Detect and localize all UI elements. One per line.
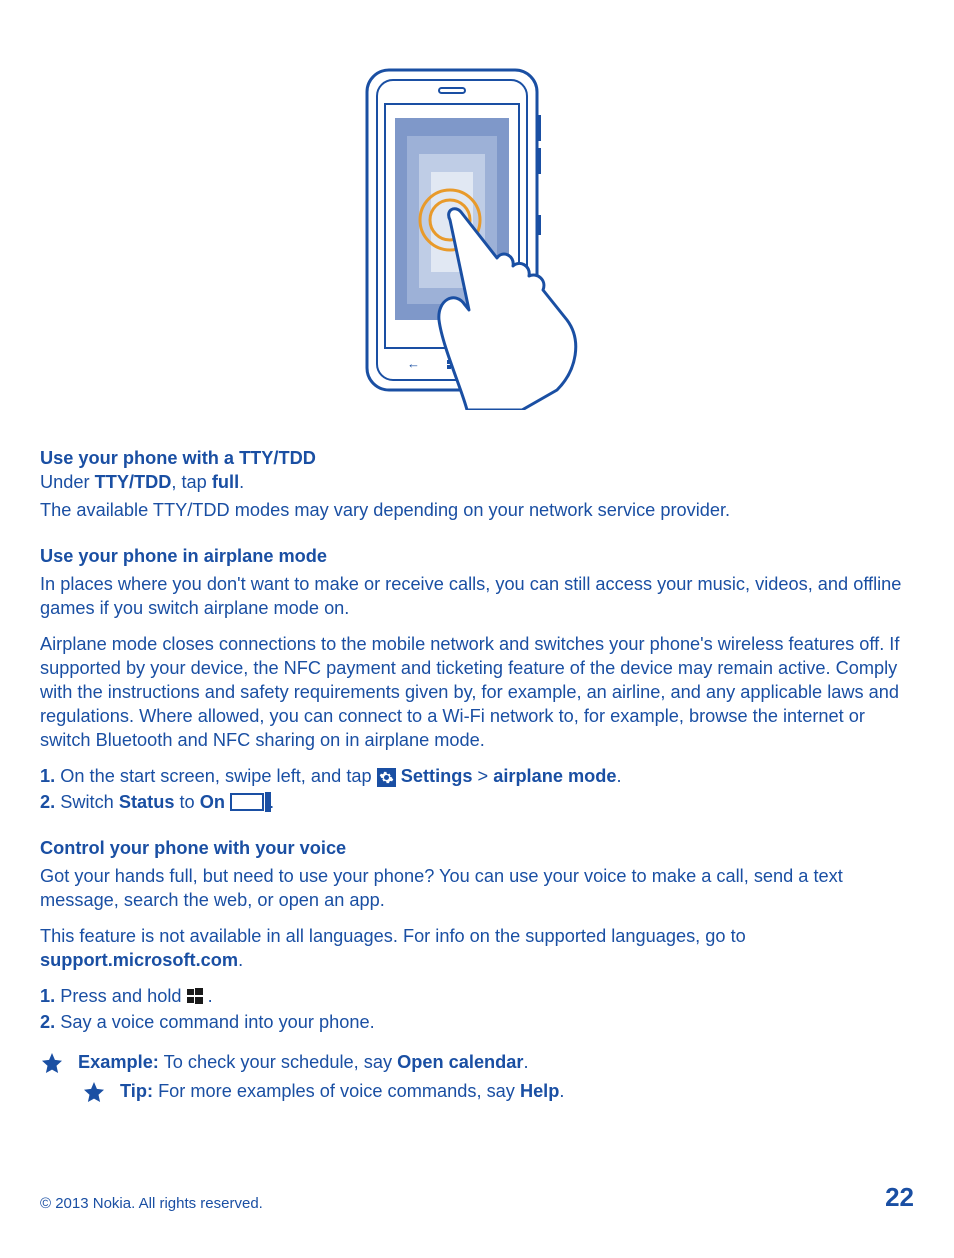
- toggle-on-icon: [230, 793, 264, 811]
- voice-para2: This feature is not available in all lan…: [40, 924, 914, 972]
- star-icon: [82, 1080, 106, 1104]
- voice-heading: Control your phone with your voice: [40, 838, 346, 858]
- tty-instruction: Under TTY/TDD, tap full.: [40, 470, 914, 494]
- svg-text:←: ←: [407, 356, 420, 371]
- voice-step1: 1. Press and hold .: [40, 984, 914, 1008]
- phone-touch-illustration: ←: [40, 60, 914, 416]
- tty-heading: Use your phone with a TTY/TDD: [40, 448, 316, 468]
- example-callout: Example: To check your schedule, say Ope…: [40, 1050, 914, 1075]
- airplane-para1: In places where you don't want to make o…: [40, 572, 914, 620]
- airplane-heading: Use your phone in airplane mode: [40, 546, 327, 566]
- tip-callout: Tip: For more examples of voice commands…: [82, 1079, 914, 1104]
- windows-icon: [187, 988, 203, 1004]
- airplane-para2: Airplane mode closes connections to the …: [40, 632, 914, 752]
- voice-step2: 2. Say a voice command into your phone.: [40, 1010, 914, 1034]
- page-number: 22: [885, 1180, 914, 1214]
- airplane-step2: 2. Switch Status to On .: [40, 790, 914, 814]
- copyright-text: © 2013 Nokia. All rights reserved.: [40, 1194, 263, 1214]
- tty-note: The available TTY/TDD modes may vary dep…: [40, 498, 914, 522]
- voice-para1: Got your hands full, but need to use you…: [40, 864, 914, 912]
- settings-icon: [377, 768, 396, 787]
- airplane-step1: 1. On the start screen, swipe left, and …: [40, 764, 914, 788]
- star-icon: [40, 1051, 64, 1075]
